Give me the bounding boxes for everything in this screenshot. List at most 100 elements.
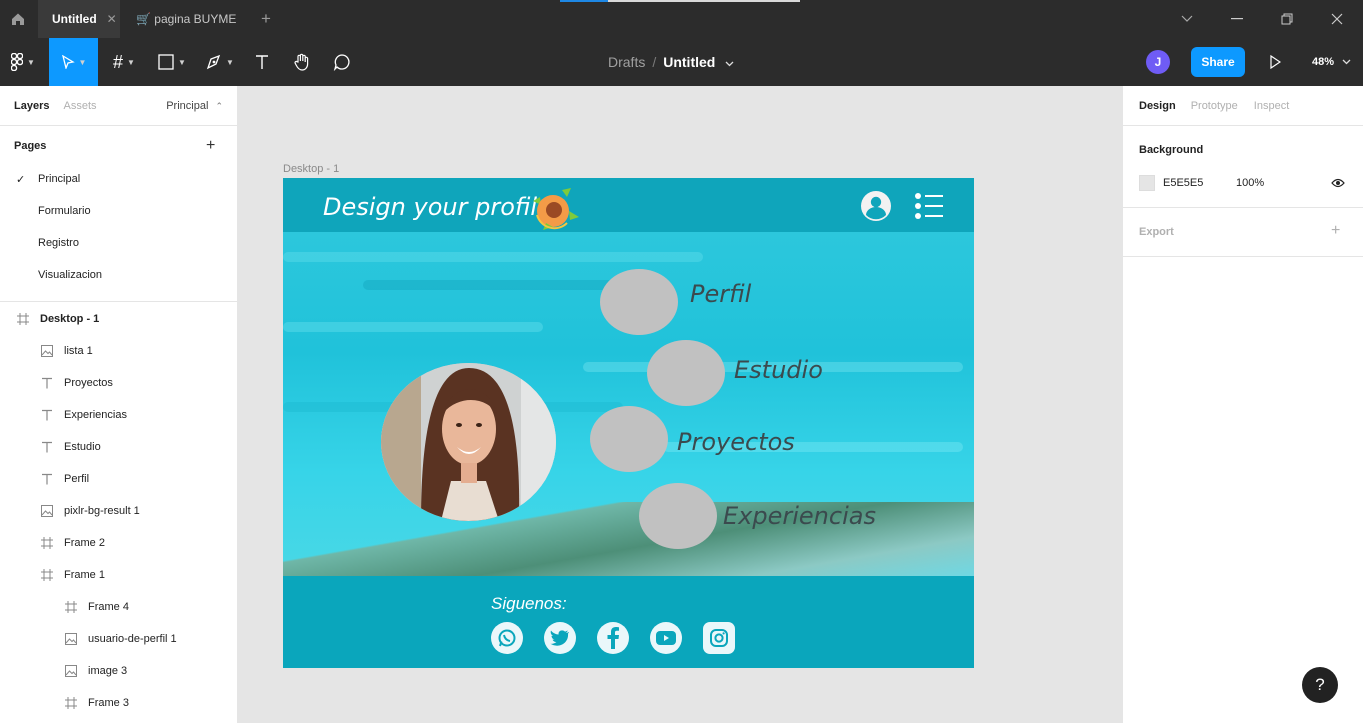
text-layer-icon	[40, 408, 54, 422]
background-hex-input[interactable]: E5E5E5	[1163, 177, 1203, 189]
frame-icon: #	[113, 51, 124, 72]
image-layer-icon	[40, 504, 54, 518]
menu-bullet-perfil	[600, 269, 678, 335]
comment-tool-button[interactable]	[328, 38, 356, 86]
text-layer-icon	[40, 472, 54, 486]
frame-label[interactable]: Desktop - 1	[283, 163, 339, 175]
breadcrumb-separator: /	[652, 54, 657, 70]
chevron-up-icon: ⌃	[215, 100, 223, 111]
eye-icon[interactable]	[1331, 175, 1345, 193]
home-icon[interactable]	[0, 0, 36, 38]
layer-row[interactable]: Perfil	[40, 463, 89, 495]
text-layer-icon	[40, 376, 54, 390]
frame-tool-button[interactable]: # ▼	[104, 38, 144, 86]
tab-prototype[interactable]: Prototype	[1191, 100, 1238, 112]
frame-layer-icon	[64, 696, 78, 710]
layer-row[interactable]: Desktop - 1	[16, 303, 99, 335]
menu-bullet-proyectos	[590, 406, 668, 472]
add-page-icon[interactable]: +	[206, 137, 215, 155]
page-item-principal[interactable]: Principal	[38, 173, 80, 185]
help-button[interactable]: ?	[1302, 667, 1338, 703]
menu-item-proyectos: Proyectos	[677, 428, 795, 456]
divider	[0, 301, 238, 302]
text-layer-icon	[40, 440, 54, 454]
restore-icon[interactable]	[1262, 0, 1312, 38]
page-item-visualizacion[interactable]: Visualizacion	[38, 269, 102, 281]
close-window-icon[interactable]	[1312, 0, 1362, 38]
layer-row[interactable]: pixlr-bg-result 1	[40, 495, 140, 527]
list-menu-icon[interactable]	[913, 191, 945, 221]
tab-assets[interactable]: Assets	[63, 100, 96, 112]
layer-name: Frame 3	[88, 697, 129, 709]
image-layer-icon	[64, 632, 78, 646]
figma-menu-button[interactable]: ▼	[0, 38, 46, 86]
desktop-frame[interactable]: Design your profile Perfil Estudio Proye…	[283, 178, 974, 668]
layer-row[interactable]: usuario-de-perfil 1	[64, 623, 177, 655]
chevron-down-icon[interactable]	[725, 54, 734, 70]
layer-row[interactable]: Frame 1	[40, 559, 105, 591]
rectangle-icon	[158, 54, 174, 70]
avatar[interactable]: J	[1146, 50, 1170, 74]
chevron-down-icon[interactable]	[1162, 0, 1212, 38]
frame-layer-icon	[16, 312, 30, 326]
right-panel-tabs: Design Prototype Inspect	[1123, 86, 1363, 126]
page-selector-label: Principal	[166, 99, 209, 112]
new-tab-icon[interactable]: +	[261, 9, 271, 29]
layer-row[interactable]: Estudio	[40, 431, 101, 463]
layer-name: Estudio	[64, 441, 101, 453]
layer-name: usuario-de-perfil 1	[88, 633, 177, 645]
breadcrumb-drafts[interactable]: Drafts	[608, 54, 645, 70]
background-opacity-input[interactable]: 100%	[1236, 177, 1264, 189]
close-tab-icon[interactable]: ✕	[107, 12, 117, 26]
tab-untitled[interactable]: Untitled ✕	[38, 0, 120, 38]
pages-title: Pages	[14, 140, 47, 152]
layer-row[interactable]: Frame 4	[64, 591, 129, 623]
page-item-formulario[interactable]: Formulario	[38, 205, 91, 217]
layer-name: lista 1	[64, 345, 93, 357]
play-icon	[1270, 55, 1281, 69]
loading-bar-track	[608, 0, 800, 2]
youtube-icon	[650, 622, 682, 654]
zoom-control[interactable]: 48%	[1312, 38, 1351, 86]
layer-row[interactable]: Frame 2	[40, 527, 105, 559]
file-name[interactable]: Untitled	[663, 54, 715, 70]
user-profile-icon[interactable]	[860, 190, 892, 222]
turtle-logo-icon	[533, 188, 579, 230]
text-tool-button[interactable]	[248, 38, 276, 86]
tab-pagina-buyme[interactable]: 🛒 pagina BUYME	[122, 0, 252, 38]
layer-row[interactable]: Proyectos	[40, 367, 113, 399]
hand-tool-button[interactable]	[288, 38, 316, 86]
present-button[interactable]	[1262, 38, 1288, 86]
layers-panel: Layers Assets Principal ⌃ Pages + ✓ Prin…	[0, 86, 238, 723]
page-item-registro[interactable]: Registro	[38, 237, 79, 249]
move-tool-button[interactable]: ▼	[49, 38, 98, 86]
layer-name: Proyectos	[64, 377, 113, 389]
tab-label: Untitled	[52, 12, 97, 26]
pen-icon	[206, 54, 221, 70]
shape-tool-button[interactable]: ▼	[152, 38, 192, 86]
frame-layer-icon	[40, 536, 54, 550]
cursor-icon	[61, 55, 75, 69]
tab-layers[interactable]: Layers	[14, 100, 49, 112]
profile-photo	[381, 363, 556, 521]
menu-bullet-experiencias	[639, 483, 717, 549]
layer-row[interactable]: Experiencias	[40, 399, 127, 431]
share-button[interactable]: Share	[1191, 47, 1245, 77]
layer-name: Frame 4	[88, 601, 129, 613]
pen-tool-button[interactable]: ▼	[200, 38, 240, 86]
page-selector[interactable]: Principal ⌃	[166, 100, 223, 112]
layer-row[interactable]: lista 1	[40, 335, 93, 367]
facebook-icon	[597, 622, 629, 654]
add-export-icon[interactable]: +	[1331, 222, 1340, 240]
menu-bullet-estudio	[647, 340, 725, 406]
toolbar: ▼ ▼ # ▼ ▼ ▼ Drafts / Untitled J Share 48…	[0, 38, 1363, 86]
minimize-icon[interactable]	[1212, 0, 1262, 38]
background-swatch[interactable]	[1139, 175, 1155, 191]
chevron-down-icon: ▼	[27, 57, 35, 67]
tab-design[interactable]: Design	[1139, 100, 1176, 112]
layer-row[interactable]: image 3	[64, 655, 127, 687]
chevron-down-icon: ▼	[78, 57, 87, 67]
instagram-icon	[703, 622, 735, 654]
tab-inspect[interactable]: Inspect	[1254, 100, 1289, 112]
layer-row[interactable]: Frame 3	[64, 687, 129, 719]
